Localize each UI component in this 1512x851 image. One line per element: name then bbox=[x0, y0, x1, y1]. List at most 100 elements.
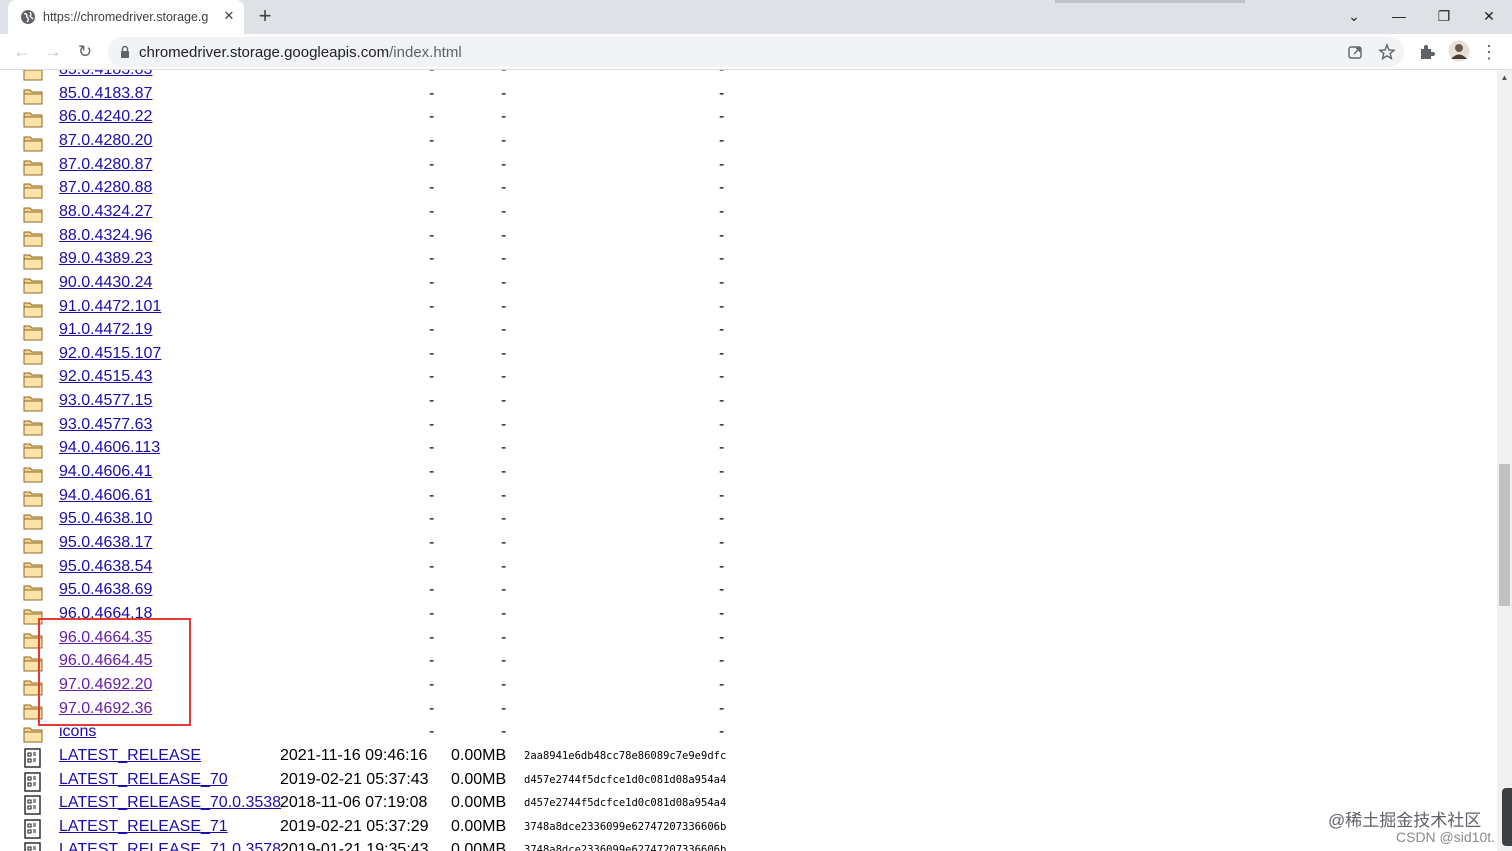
empty-value-dash: - bbox=[429, 273, 435, 291]
file-link[interactable]: LATEST_RELEASE_70.0.3538 bbox=[59, 793, 281, 813]
folder-link[interactable]: 94.0.4606.61 bbox=[59, 486, 152, 506]
empty-value-dash: - bbox=[719, 628, 725, 646]
folder-icon bbox=[23, 275, 43, 295]
scroll-thumb[interactable] bbox=[1499, 464, 1510, 606]
file-link[interactable]: LATEST_RELEASE_71 bbox=[59, 817, 228, 837]
folder-link[interactable]: 94.0.4606.113 bbox=[59, 438, 160, 458]
folder-link[interactable]: 93.0.4577.15 bbox=[59, 391, 152, 411]
side-panel-tab[interactable] bbox=[1502, 788, 1512, 846]
folder-link[interactable]: 92.0.4515.43 bbox=[59, 367, 152, 387]
file-link[interactable]: LATEST_RELEASE_70 bbox=[59, 770, 228, 790]
tab-strip-overlay bbox=[1055, 0, 1245, 3]
folder-link[interactable]: 94.0.4606.41 bbox=[59, 462, 152, 482]
folder-link[interactable]: 95.0.4638.17 bbox=[59, 533, 152, 553]
empty-value-dash: - bbox=[429, 108, 435, 126]
folder-row: 91.0.4472.101 - - - bbox=[0, 297, 760, 321]
folder-icon bbox=[23, 464, 43, 484]
folder-row: 91.0.4472.19 - - - bbox=[0, 320, 760, 344]
folder-link[interactable]: 91.0.4472.101 bbox=[59, 297, 161, 317]
empty-value-dash: - bbox=[501, 463, 507, 481]
empty-value-dash: - bbox=[501, 273, 507, 291]
bookmark-star-icon[interactable] bbox=[1378, 43, 1396, 61]
folder-link[interactable]: 87.0.4280.87 bbox=[59, 155, 152, 175]
folder-row: 93.0.4577.63 - - - bbox=[0, 415, 760, 439]
empty-value-dash: - bbox=[719, 273, 725, 291]
folder-row: 94.0.4606.113 - - - bbox=[0, 438, 760, 462]
folder-link[interactable]: 87.0.4280.88 bbox=[59, 178, 152, 198]
back-button[interactable]: ← bbox=[10, 40, 34, 64]
empty-value-dash: - bbox=[719, 604, 725, 622]
watermark-juejin: @稀土掘金技术社区 bbox=[1328, 811, 1482, 830]
empty-value-dash: - bbox=[429, 70, 434, 80]
folder-link[interactable]: 95.0.4638.10 bbox=[59, 509, 152, 529]
file-hash: 2aa8941e6db48cc78e86089c7e9e9dfc bbox=[524, 749, 727, 762]
empty-value-dash: - bbox=[501, 510, 507, 528]
empty-value-dash: - bbox=[501, 321, 507, 339]
folder-link[interactable]: 95.0.4638.54 bbox=[59, 557, 152, 577]
empty-value-dash: - bbox=[429, 202, 435, 220]
file-hash: 3748a8dce2336099e62747207336606b bbox=[524, 844, 727, 851]
folder-row: 95.0.4638.17 - - - bbox=[0, 533, 760, 557]
folder-icon bbox=[23, 70, 43, 82]
folder-link[interactable]: 87.0.4280.20 bbox=[59, 131, 152, 151]
empty-value-dash: - bbox=[501, 70, 506, 80]
empty-value-dash: - bbox=[501, 202, 507, 220]
file-size: 0.00MB bbox=[451, 841, 507, 851]
folder-link[interactable]: 90.0.4430.24 bbox=[59, 273, 152, 293]
folder-link[interactable]: 91.0.4472.19 bbox=[59, 320, 152, 340]
address-bar[interactable]: chromedriver.storage.googleapis.com/inde… bbox=[108, 37, 1404, 67]
empty-value-dash: - bbox=[501, 155, 507, 173]
empty-value-dash: - bbox=[719, 155, 725, 173]
folder-icon bbox=[23, 535, 43, 555]
empty-value-dash: - bbox=[501, 439, 507, 457]
empty-value-dash: - bbox=[719, 131, 725, 149]
file-date: 2019-02-21 05:37:43 bbox=[280, 770, 429, 788]
tab-search-icon[interactable]: ⌄ bbox=[1341, 4, 1367, 28]
empty-value-dash: - bbox=[429, 179, 435, 197]
folder-link[interactable]: 92.0.4515.107 bbox=[59, 344, 161, 364]
scroll-up-arrow-icon[interactable]: ▲ bbox=[1497, 70, 1512, 85]
folder-link[interactable]: 88.0.4324.27 bbox=[59, 202, 152, 222]
empty-value-dash: - bbox=[501, 415, 507, 433]
close-window-button[interactable]: ✕ bbox=[1476, 4, 1502, 28]
folder-icon bbox=[23, 299, 43, 319]
file-icon bbox=[23, 748, 43, 768]
restore-button[interactable]: ❐ bbox=[1431, 4, 1457, 28]
empty-value-dash: - bbox=[719, 723, 725, 741]
folder-link[interactable]: 95.0.4638.69 bbox=[59, 580, 152, 600]
extensions-puzzle-icon[interactable] bbox=[1417, 42, 1437, 62]
empty-value-dash: - bbox=[501, 179, 507, 197]
file-link[interactable]: LATEST_RELEASE_71.0.3578 bbox=[59, 840, 281, 851]
empty-value-dash: - bbox=[719, 557, 725, 575]
url-text[interactable]: chromedriver.storage.googleapis.com/inde… bbox=[139, 44, 462, 61]
profile-avatar[interactable] bbox=[1448, 40, 1470, 62]
browser-toolbar: ← → ↻ chromedriver.storage.googleapis.co… bbox=[0, 34, 1512, 70]
empty-value-dash: - bbox=[719, 368, 725, 386]
folder-icon bbox=[23, 204, 43, 224]
empty-value-dash: - bbox=[719, 226, 725, 244]
folder-icon bbox=[23, 393, 43, 413]
folder-icon bbox=[23, 582, 43, 602]
empty-value-dash: - bbox=[719, 392, 725, 410]
folder-link[interactable]: 85.0.4183.87 bbox=[59, 84, 152, 104]
folder-link[interactable]: 93.0.4577.63 bbox=[59, 415, 152, 435]
minimize-button[interactable]: — bbox=[1386, 4, 1412, 28]
share-icon[interactable] bbox=[1346, 43, 1364, 61]
tab-close-icon[interactable]: ✕ bbox=[221, 8, 237, 24]
menu-kebab-icon[interactable]: ⋮ bbox=[1479, 40, 1499, 64]
folder-row: 94.0.4606.41 - - - bbox=[0, 462, 760, 486]
vertical-scrollbar[interactable]: ▲ bbox=[1497, 70, 1512, 851]
file-icon bbox=[23, 771, 43, 792]
browser-tab[interactable]: https://chromedriver.storage.g ✕ bbox=[8, 0, 244, 34]
empty-value-dash: - bbox=[429, 604, 435, 622]
file-link[interactable]: LATEST_RELEASE bbox=[59, 746, 201, 766]
new-tab-button[interactable]: + bbox=[252, 5, 278, 29]
folder-link[interactable]: 88.0.4324.96 bbox=[59, 226, 152, 246]
folder-link[interactable]: 85.0.4183.83 bbox=[59, 70, 152, 80]
folder-link[interactable]: 89.0.4389.23 bbox=[59, 249, 152, 269]
reload-button[interactable]: ↻ bbox=[73, 40, 97, 64]
empty-value-dash: - bbox=[501, 652, 507, 670]
lock-icon[interactable] bbox=[120, 45, 130, 59]
folder-link[interactable]: 86.0.4240.22 bbox=[59, 107, 152, 127]
forward-button[interactable]: → bbox=[41, 40, 65, 64]
